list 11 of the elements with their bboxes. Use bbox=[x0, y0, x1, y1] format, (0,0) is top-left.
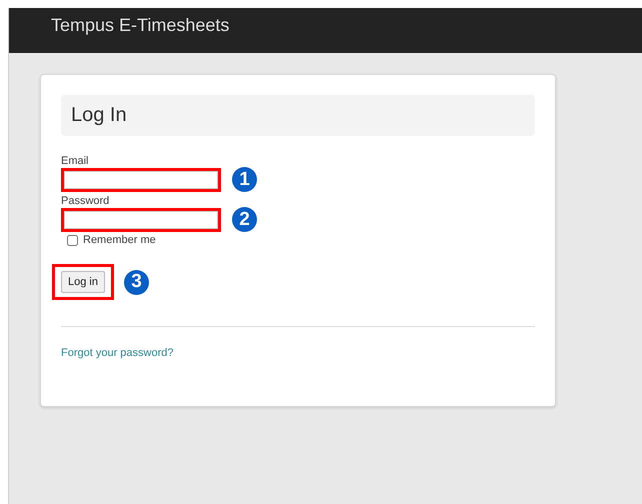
login-button[interactable]: Log in bbox=[61, 271, 105, 293]
step-badge: 2 bbox=[232, 207, 257, 232]
step-badge: 1 bbox=[232, 167, 257, 192]
app-title[interactable]: Tempus E-Timesheets bbox=[51, 15, 230, 35]
remember-label: Remember me bbox=[83, 234, 156, 246]
remember-checkbox[interactable] bbox=[67, 234, 78, 246]
forgot-password-link[interactable]: Forgot your password? bbox=[61, 347, 174, 359]
field-label: Email bbox=[61, 155, 90, 167]
card-title: Log In bbox=[61, 95, 535, 136]
step-badge: 3 bbox=[124, 270, 149, 294]
field-label: Password bbox=[61, 195, 110, 207]
